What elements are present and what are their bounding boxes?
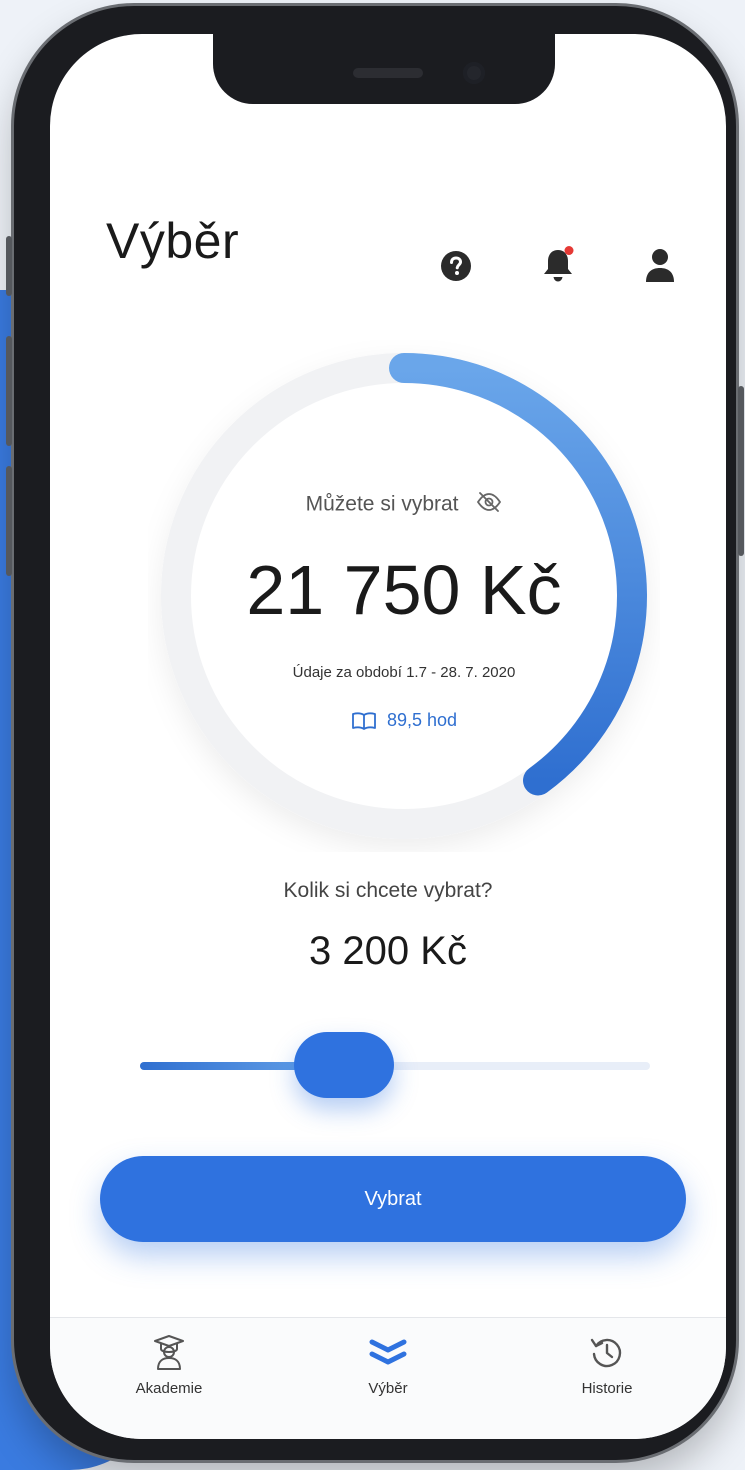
silent-switch [6, 236, 12, 296]
tab-label-historie: Historie [581, 1380, 633, 1397]
user-icon[interactable] [640, 246, 680, 286]
tab-historie[interactable]: Historie [532, 1332, 682, 1397]
eye-off-icon[interactable] [476, 492, 502, 518]
graduation-cap-icon [94, 1332, 244, 1374]
double-chevron-icon [313, 1332, 463, 1374]
available-label-text: Můžete si vybrat [305, 492, 459, 516]
app-screen: Výběr Můžete si vybrat 21 750 Kč Údaje z… [50, 34, 726, 1439]
amount-slider[interactable] [140, 1032, 650, 1098]
speaker [353, 68, 423, 78]
front-camera [463, 62, 485, 84]
hours-text: 89,5 hod [386, 710, 458, 730]
notification-dot [564, 246, 574, 255]
available-label: Můžete si vybrat [148, 492, 660, 518]
volume-up-button [6, 336, 12, 446]
available-amount: 21 750 Kč [246, 551, 562, 629]
phone-frame: Výběr Můžete si vybrat 21 750 Kč Údaje z… [6, 6, 744, 1460]
period-info: Údaje za období 1.7 - 28. 7. 2020 [292, 664, 516, 681]
tab-label-vyber: Výběr [368, 1380, 408, 1397]
tab-vyber[interactable]: Výběr [313, 1332, 463, 1397]
hours-info: 89,5 hod [148, 710, 660, 731]
tab-label-akademie: Akademie [135, 1380, 203, 1397]
withdraw-button[interactable]: Vybrat [100, 1156, 686, 1242]
bell-icon[interactable] [538, 246, 578, 286]
volume-down-button [6, 466, 12, 576]
page-title: Výběr [106, 213, 240, 269]
tab-akademie[interactable]: Akademie [94, 1332, 244, 1397]
history-icon [532, 1332, 682, 1374]
selected-amount: 3 200 Kč [309, 929, 467, 973]
bottom-tab-bar: Akademie Výběr Historie [50, 1317, 726, 1439]
slider-thumb[interactable] [294, 1032, 394, 1098]
power-button [738, 386, 744, 556]
withdraw-question: Kolik si chcete vybrat? [283, 879, 493, 902]
notch [213, 34, 555, 104]
help-icon[interactable] [436, 246, 476, 286]
book-icon [352, 712, 376, 731]
balance-gauge: Můžete si vybrat 21 750 Kč Údaje za obdo… [148, 340, 660, 852]
